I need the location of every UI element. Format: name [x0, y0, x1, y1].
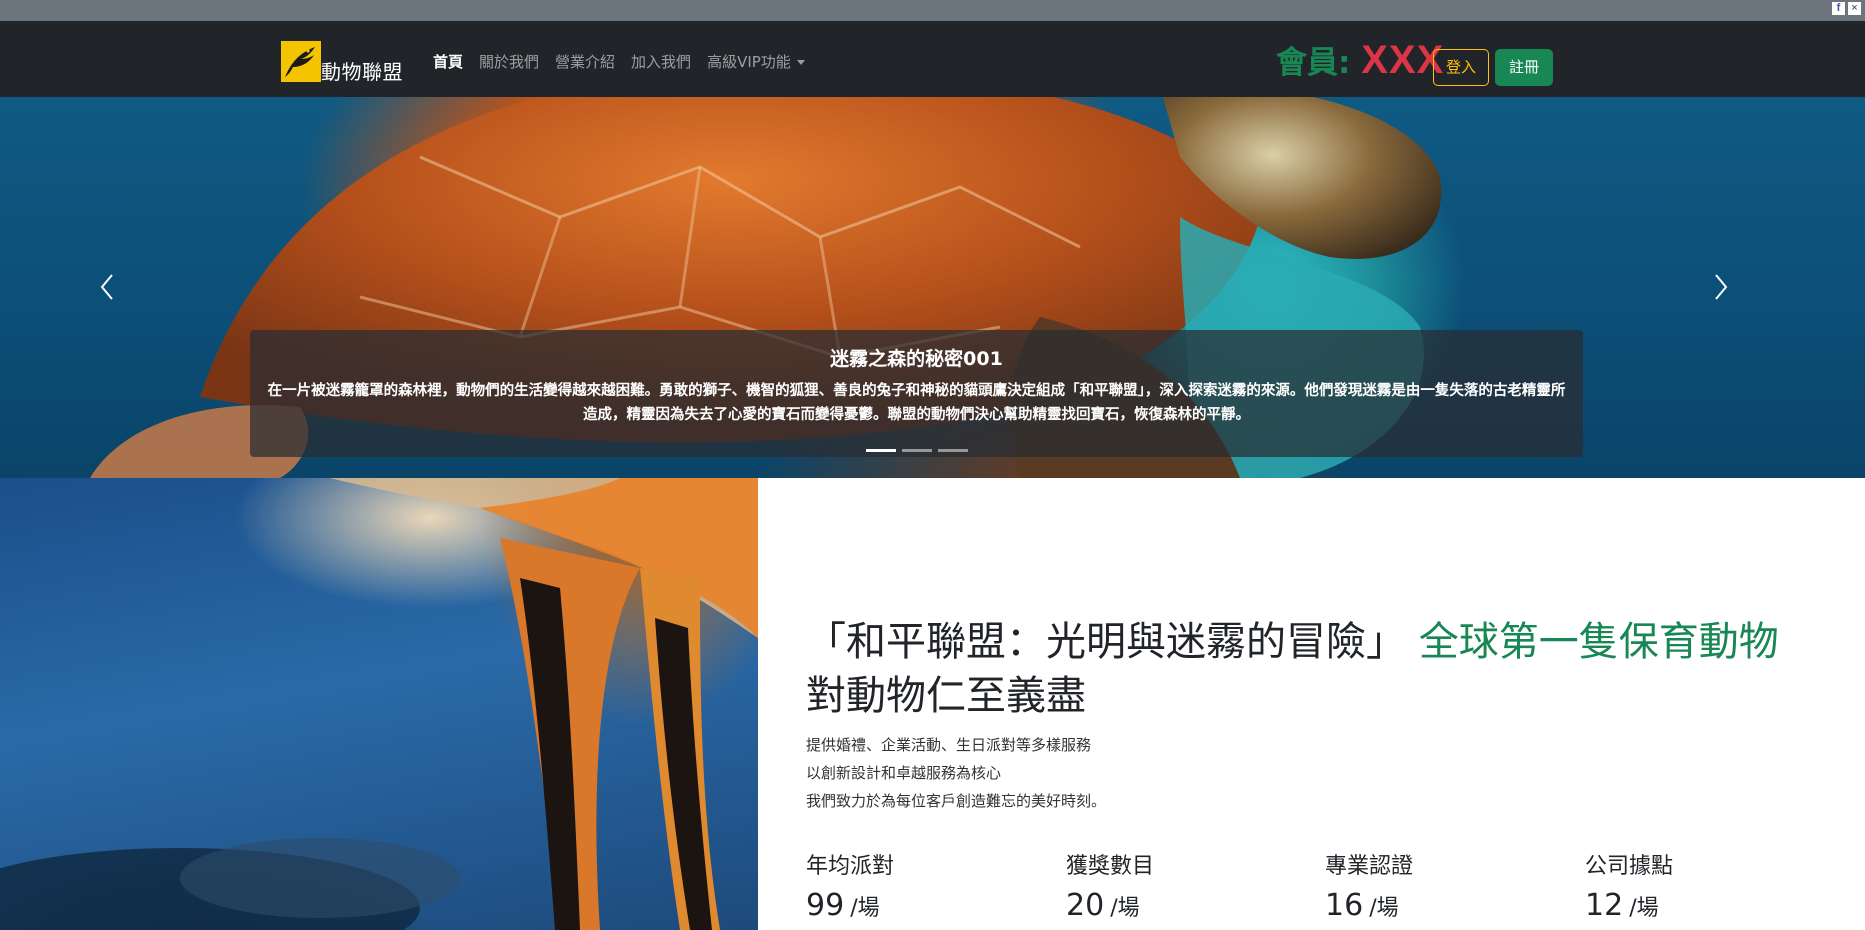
- carousel-indicator-2[interactable]: [902, 449, 932, 452]
- stat-unit: /場: [1110, 896, 1140, 921]
- stat-label: 專業認證: [1325, 854, 1414, 879]
- member-display: 會員: XXX: [1276, 37, 1444, 83]
- member-name: XXX: [1361, 38, 1445, 82]
- stat-unit: /場: [850, 896, 880, 921]
- hero-carousel: 迷霧之森的秘密001 在一片被迷霧籠罩的森林裡，動物們的生活變得越來越困難。勇敢…: [0, 97, 1865, 478]
- carousel-caption: 迷霧之森的秘密001 在一片被迷霧籠罩的森林裡，動物們的生活變得越來越困難。勇敢…: [250, 330, 1583, 457]
- stat-certifications: 專業認證 16/場: [1325, 852, 1565, 929]
- stat-awards: 獲獎數目 20/場: [1066, 852, 1306, 929]
- stat-locations: 公司據點 12/場: [1585, 852, 1825, 929]
- stat-number: 16: [1325, 888, 1364, 923]
- carousel-indicator-1[interactable]: [866, 449, 896, 452]
- nav-link-join[interactable]: 加入我們: [623, 51, 699, 72]
- intro-description: 提供婚禮、企業活動、生日派對等多樣服務 以創新設計和卓越服務為核心 我們致力於為…: [806, 731, 1106, 815]
- fox-illustration: [0, 478, 758, 930]
- stat-label: 公司據點: [1585, 854, 1674, 879]
- stat-value: 16/場: [1325, 886, 1565, 929]
- stat-value: 99/場: [806, 886, 1046, 929]
- stat-value: 12/場: [1585, 886, 1825, 929]
- caret-down-icon: [796, 60, 805, 65]
- stat-label: 年均派對: [806, 854, 895, 879]
- carousel-indicators: [866, 449, 968, 452]
- chevron-left-icon[interactable]: [100, 273, 114, 301]
- fox-image: [0, 478, 758, 930]
- stat-number: 99: [806, 888, 845, 923]
- headline-sub: 對動物仁至義盡: [806, 673, 1086, 719]
- intro-line-1: 提供婚禮、企業活動、生日派對等多樣服務: [806, 736, 1092, 754]
- stat-number: 20: [1066, 888, 1105, 923]
- nav-link-home[interactable]: 首頁: [425, 51, 471, 72]
- stat-annual-parties: 年均派對 99/場: [806, 852, 1046, 929]
- social-icons: f ×: [1832, 2, 1861, 15]
- nav-dropdown-vip[interactable]: 高級VIP功能: [699, 51, 813, 72]
- brand-logo-icon[interactable]: [281, 41, 321, 82]
- chevron-right-icon[interactable]: [1714, 273, 1728, 301]
- intro-line-3: 我們致力於為每位客戶創造難忘的美好時刻。: [806, 792, 1107, 810]
- brand-name[interactable]: 動物聯盟: [321, 56, 403, 85]
- headline-accent: 全球第一隻保育動物: [1418, 619, 1779, 665]
- stat-unit: /場: [1369, 896, 1399, 921]
- facebook-icon[interactable]: f: [1832, 2, 1845, 15]
- login-button[interactable]: 登入: [1433, 49, 1489, 86]
- navbar: 動物聯盟 首頁 關於我們 營業介紹 加入我們 高級VIP功能 會員: XXX 登…: [0, 21, 1865, 97]
- intro-headline: 「和平聯盟：光明與迷霧的冒險」 全球第一隻保育動物 對動物仁至義盡: [806, 615, 1826, 723]
- stat-number: 12: [1585, 888, 1624, 923]
- stat-label: 獲獎數目: [1066, 854, 1155, 879]
- caption-text: 在一片被迷霧籠罩的森林裡，動物們的生活變得越來越困難。勇敢的獅子、機智的狐狸、善…: [267, 383, 1566, 423]
- member-label: 會員:: [1276, 45, 1351, 81]
- nav-dropdown-vip-label: 高級VIP功能: [707, 53, 791, 71]
- nav-link-about[interactable]: 關於我們: [471, 51, 547, 72]
- caption-title: 迷霧之森的秘密001: [830, 348, 1003, 370]
- carousel-indicator-3[interactable]: [938, 449, 968, 452]
- stat-value: 20/場: [1066, 886, 1306, 929]
- intro-line-2: 以創新設計和卓越服務為核心: [806, 764, 1002, 782]
- stat-unit: /場: [1629, 896, 1659, 921]
- nav-link-services[interactable]: 營業介紹: [547, 51, 623, 72]
- close-icon[interactable]: ×: [1848, 2, 1861, 15]
- top-strip: f ×: [0, 0, 1865, 21]
- headline-main: 「和平聯盟：光明與迷霧的冒險」: [806, 619, 1406, 665]
- register-button[interactable]: 註冊: [1495, 49, 1553, 86]
- nav-links: 首頁 關於我們 營業介紹 加入我們 高級VIP功能: [425, 51, 813, 72]
